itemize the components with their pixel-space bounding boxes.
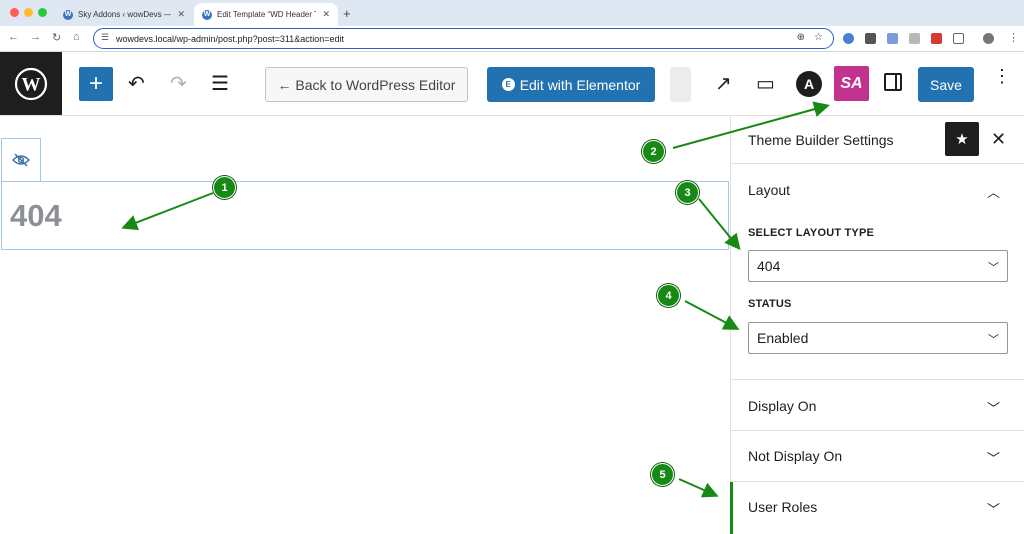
view-external-icon[interactable]: ↗ <box>715 71 732 96</box>
annotation-badge-4: 4 <box>657 284 680 307</box>
close-window-dot[interactable] <box>10 8 19 17</box>
bookmark-star-icon[interactable]: ☆ <box>814 32 823 43</box>
status-label: STATUS <box>748 298 792 310</box>
chevron-down-icon: ﹀ <box>988 334 999 346</box>
redo-icon[interactable]: ↷ <box>170 71 187 96</box>
site-info-icon[interactable]: ☰ <box>101 32 109 43</box>
maximize-window-dot[interactable] <box>38 8 47 17</box>
options-menu-icon[interactable]: ⋮ <box>993 67 1011 85</box>
wordpress-favicon-icon: W <box>63 9 73 20</box>
annotation-badge-1: 1 <box>213 176 236 199</box>
document-overview-icon[interactable]: ☰ <box>211 71 229 96</box>
undo-icon[interactable]: ↶ <box>128 71 145 96</box>
preview-device-icon[interactable]: ▭ <box>756 71 775 96</box>
zoom-icon[interactable]: ⊕ <box>797 32 805 43</box>
url-text: wowdevs.local/wp-admin/post.php?post=311… <box>116 33 344 44</box>
extension-red-icon[interactable] <box>931 33 942 44</box>
browser-menu-icon[interactable]: ⋮ <box>1008 31 1019 44</box>
user-roles-highlight-bar <box>730 482 733 534</box>
heading-404-block[interactable]: 404 <box>1 181 729 250</box>
forward-arrow-icon[interactable]: → <box>30 31 41 43</box>
chevron-down-icon[interactable]: ﹀ <box>987 448 1000 467</box>
svg-text:W: W <box>22 74 41 95</box>
tab-label: Edit Template “WD Header Te <box>217 10 317 19</box>
display-on-section[interactable]: Display On <box>748 398 816 414</box>
chevron-down-icon[interactable]: ﹀ <box>987 499 1000 518</box>
minimize-window-dot[interactable] <box>24 8 33 17</box>
sky-addons-button[interactable]: SA <box>834 66 869 101</box>
close-tab-icon[interactable]: ✕ <box>177 9 185 20</box>
annotation-badge-3: 3 <box>676 181 699 204</box>
extension-gray-icon[interactable] <box>909 33 920 44</box>
hide-block-icon[interactable] <box>1 138 41 181</box>
extensions-puzzle-icon[interactable] <box>953 33 964 44</box>
editor-toolbar: W + ↶ ↷ ☰ ← Back to WordPress Editor E E… <box>0 52 1024 116</box>
chevron-down-icon[interactable]: ﹀ <box>987 398 1000 417</box>
edit-with-elementor-button[interactable]: E Edit with Elementor <box>487 67 655 102</box>
layout-type-label: SELECT LAYOUT TYPE <box>748 227 875 239</box>
extension-color-icon[interactable] <box>843 33 854 44</box>
theme-builder-settings-sidebar: Theme Builder Settings ★ ✕ Layout ︿ SELE… <box>730 116 1024 534</box>
divider <box>731 481 1024 482</box>
astra-settings-button[interactable]: A <box>796 71 822 97</box>
close-icon[interactable]: ✕ <box>991 129 1006 150</box>
browser-tab-edit-template[interactable]: W Edit Template “WD Header Te ✕ <box>194 3 338 26</box>
divider <box>731 379 1024 380</box>
annotation-badge-2: 2 <box>642 140 665 163</box>
sidebar-title: Theme Builder Settings <box>748 132 894 148</box>
elementor-button-label: Edit with Elementor <box>519 76 641 93</box>
elementor-icon: E <box>501 78 515 91</box>
settings-panel-toggle-icon[interactable] <box>884 73 902 91</box>
back-arrow-icon[interactable]: ← <box>8 31 19 43</box>
save-button[interactable]: Save <box>918 67 974 102</box>
browser-tab-bar: W Sky Addons ‹ wowDevs — W ✕ W Edit Temp… <box>0 0 1024 26</box>
back-to-wordpress-editor-button[interactable]: ← Back to WordPress Editor <box>265 67 468 102</box>
home-icon[interactable]: ⌂ <box>73 31 80 43</box>
new-tab-button[interactable]: + <box>343 6 351 21</box>
close-tab-icon[interactable]: ✕ <box>322 9 330 20</box>
browser-tab-sky-addons[interactable]: W Sky Addons ‹ wowDevs — W ✕ <box>55 3 193 26</box>
status-select[interactable]: Enabled ﹀ <box>748 322 1008 354</box>
tab-label: Sky Addons ‹ wowDevs — W <box>78 10 172 19</box>
status-value: Enabled <box>757 330 809 346</box>
placeholder-button[interactable] <box>670 67 691 102</box>
reload-icon[interactable]: ↻ <box>52 31 61 44</box>
extension-translate-icon[interactable] <box>887 33 898 44</box>
layout-type-select[interactable]: 404 ﹀ <box>748 250 1008 282</box>
arrow-5 <box>678 478 719 498</box>
divider <box>731 163 1024 164</box>
add-block-button[interactable]: + <box>79 67 113 101</box>
annotation-badge-5: 5 <box>651 463 674 486</box>
arrow-4 <box>684 300 740 330</box>
layout-type-value: 404 <box>757 258 781 274</box>
url-input[interactable]: ☰ wowdevs.local/wp-admin/post.php?post=3… <box>93 28 834 49</box>
layout-section-title[interactable]: Layout <box>748 182 790 198</box>
extension-shield-icon[interactable] <box>865 33 876 44</box>
star-icon[interactable]: ★ <box>945 122 979 156</box>
wordpress-favicon-icon: W <box>202 9 212 20</box>
profile-avatar-icon[interactable] <box>983 33 994 44</box>
not-display-on-section[interactable]: Not Display On <box>748 448 842 464</box>
user-roles-section[interactable]: User Roles <box>748 499 817 515</box>
wordpress-logo-icon[interactable]: W <box>0 52 62 115</box>
address-bar-row: ← → ↻ ⌂ ☰ wowdevs.local/wp-admin/post.ph… <box>0 26 1024 52</box>
chevron-up-icon[interactable]: ︿ <box>987 182 1000 201</box>
chevron-down-icon: ﹀ <box>988 262 999 274</box>
divider <box>731 430 1024 431</box>
